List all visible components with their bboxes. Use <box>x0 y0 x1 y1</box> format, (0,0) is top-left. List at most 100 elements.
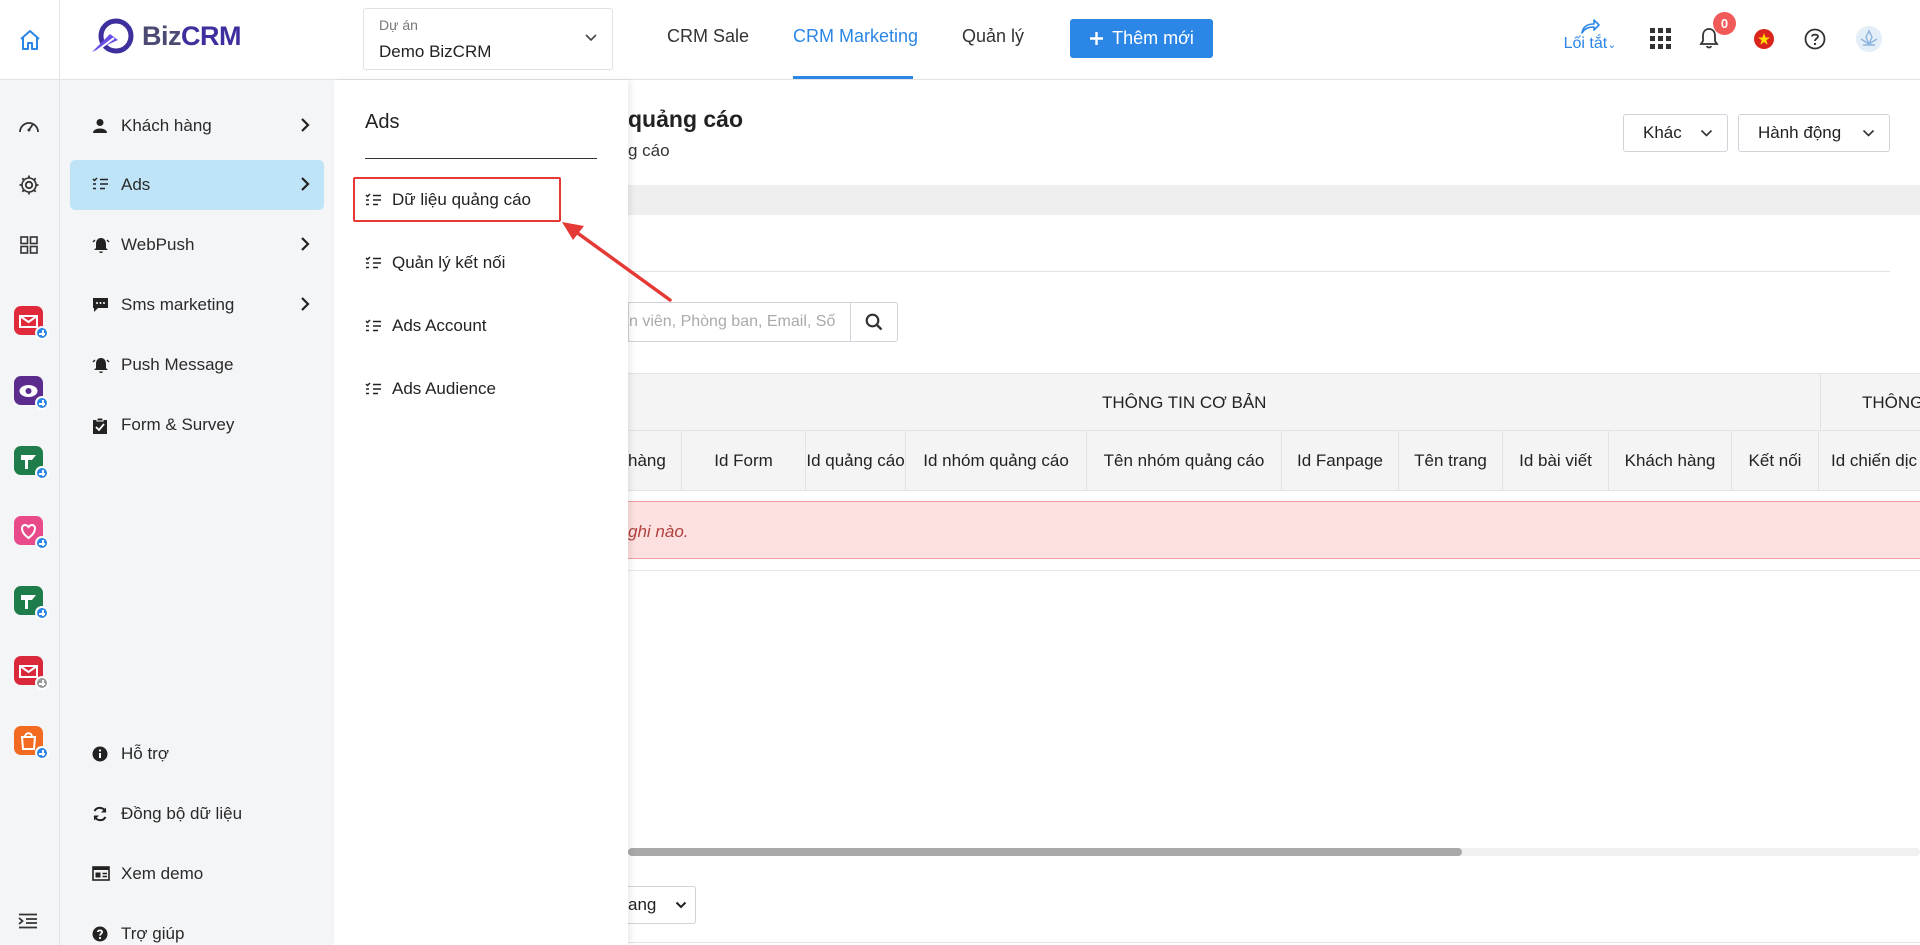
scrollbar-thumb[interactable] <box>628 848 1462 856</box>
sidebar-item-xem-demo[interactable]: Xem demo <box>70 849 324 899</box>
brand-prefix: Biz <box>142 20 182 51</box>
column-header[interactable]: Id nhóm quảng cáo <box>906 431 1087 491</box>
tab-crm-sale[interactable]: CRM Sale <box>667 26 749 47</box>
chevron-right-icon <box>301 297 310 311</box>
column-header[interactable]: Id bài viết <box>1503 431 1609 491</box>
sidebar-item-label: Xem demo <box>121 864 204 883</box>
action-dropdown[interactable]: Hành động <box>1738 114 1890 152</box>
apps-grid-icon[interactable] <box>1650 28 1671 49</box>
home-icon <box>20 30 40 50</box>
home-button[interactable] <box>0 0 60 80</box>
demo-icon <box>92 866 110 881</box>
action-dropdown-label: Hành động <box>1758 123 1842 142</box>
page-size-label: ang <box>628 895 657 914</box>
list-icon <box>92 177 108 190</box>
divider <box>1820 373 1821 431</box>
help-circle-icon[interactable] <box>1804 28 1826 50</box>
divider <box>628 942 1920 943</box>
group-header-basic-info: THÔNG TIN CƠ BẢN <box>1102 393 1267 412</box>
app-logo[interactable]: BizCRM <box>90 16 242 56</box>
submenu-title: Ads <box>365 111 400 133</box>
sidebar-item-label: Ads <box>121 175 151 194</box>
sidebar-item-khach-hang[interactable]: Khách hàng <box>70 101 324 151</box>
project-select[interactable]: Dự án Demo BizCRM <box>363 8 613 70</box>
page-title: quảng cáo <box>628 106 744 132</box>
column-header[interactable]: Kết nối <box>1732 431 1819 491</box>
sidebar-item-sms-marketing[interactable]: Sms marketing <box>70 280 324 330</box>
submenu-item-ads-account[interactable]: Ads Account <box>365 316 487 336</box>
sidebar-item-tro-giup[interactable]: Trợ giúp <box>70 909 324 945</box>
chat-bot-app-icon[interactable] <box>14 376 49 410</box>
column-header[interactable]: Tên nhóm quảng cáo <box>1087 431 1282 491</box>
grid-icon[interactable] <box>20 236 38 254</box>
love-app-icon[interactable] <box>14 516 49 550</box>
search-placeholder: n viên, Phòng ban, Email, Số <box>629 313 836 330</box>
tab-quan-ly[interactable]: Quản lý <box>962 26 1024 47</box>
flag-app-icon[interactable] <box>14 446 49 480</box>
bell-icon <box>92 238 110 253</box>
divider <box>628 271 1890 272</box>
other-dropdown-label: Khác <box>1643 123 1682 142</box>
highlight-box <box>353 177 561 222</box>
annotation-arrow-icon <box>562 222 672 302</box>
user-avatar[interactable] <box>1855 25 1883 53</box>
column-header[interactable]: Id Fanpage <box>1282 431 1399 491</box>
add-new-label: Thêm mới <box>1112 28 1194 48</box>
sidebar-item-webpush[interactable]: WebPush <box>70 220 324 270</box>
column-header[interactable]: Khách hàng <box>1609 431 1732 491</box>
bell-icon <box>92 358 110 373</box>
tab-crm-marketing[interactable]: CRM Marketing <box>793 26 918 47</box>
brand-name: BizCRM <box>142 20 242 52</box>
list-icon <box>365 319 381 332</box>
chevron-down-icon <box>675 901 687 909</box>
submenu-item-label: Ads Account <box>392 316 487 335</box>
chevron-down-icon <box>585 34 597 42</box>
table-group-header <box>628 373 1920 431</box>
list-icon <box>365 382 381 395</box>
submenu-item-quan-ly-ket-noi[interactable]: Quản lý kết nối <box>365 253 505 273</box>
plus-icon <box>1090 32 1104 45</box>
group-header-next: THÔNG <box>1862 393 1920 412</box>
shortcut-menu[interactable]: Lối tắt⌄ <box>1555 17 1625 53</box>
chevron-down-icon <box>1862 129 1875 137</box>
sidebar-item-label: Form & Survey <box>121 415 235 434</box>
column-header[interactable]: Id chiến dịc <box>1819 431 1920 491</box>
submenu-item-label: Ads Audience <box>392 379 496 398</box>
sidebar-item-dong-bo-du-lieu[interactable]: Đồng bộ dữ liệu <box>70 789 324 839</box>
list-icon <box>365 256 381 269</box>
page-size-select[interactable]: ang <box>628 886 696 924</box>
sidebar-item-label: Hỗ trợ <box>121 744 169 763</box>
column-header[interactable]: Id Form <box>682 431 806 491</box>
share-arrow-icon <box>1581 19 1600 34</box>
sidebar-item-label: WebPush <box>121 235 195 254</box>
sidebar-item-ads[interactable]: Ads <box>70 160 324 210</box>
collapse-menu-icon[interactable] <box>18 913 38 929</box>
clipboard-icon <box>93 417 107 434</box>
search-input[interactable]: n viên, Phòng ban, Email, Số <box>628 302 850 342</box>
flag-app-2-icon[interactable] <box>14 586 49 620</box>
sidebar-item-label: Khách hàng <box>121 116 212 135</box>
bag-app-icon[interactable] <box>14 726 49 760</box>
breadcrumb: g cáo <box>628 141 670 160</box>
column-header[interactable]: Id quảng cáo <box>806 431 906 491</box>
other-dropdown[interactable]: Khác <box>1623 114 1728 152</box>
left-rail <box>0 80 60 945</box>
mail-app-2-icon[interactable] <box>14 656 49 690</box>
column-header[interactable]: hàng <box>628 431 682 491</box>
notification-badge: 0 <box>1713 12 1736 35</box>
sidebar-item-ho-tro[interactable]: Hỗ trợ <box>70 729 324 779</box>
column-header[interactable]: Tên trang <box>1399 431 1503 491</box>
settings-icon[interactable] <box>18 174 40 196</box>
add-new-button[interactable]: Thêm mới <box>1070 19 1213 58</box>
shortcut-label: Lối tắt <box>1563 35 1608 52</box>
vietnam-flag-icon[interactable] <box>1753 28 1775 50</box>
dashboard-icon[interactable] <box>18 116 40 136</box>
search-button[interactable] <box>850 302 898 342</box>
sidebar-item-form-survey[interactable]: Form & Survey <box>70 400 324 450</box>
mail-app-icon[interactable] <box>14 306 49 340</box>
sidebar-item-push-message[interactable]: Push Message <box>70 340 324 390</box>
empty-table-row <box>628 501 1920 559</box>
chevron-down-icon: ⌄ <box>1607 39 1617 51</box>
submenu-item-ads-audience[interactable]: Ads Audience <box>365 379 496 399</box>
sidebar-item-label: Push Message <box>121 355 234 374</box>
